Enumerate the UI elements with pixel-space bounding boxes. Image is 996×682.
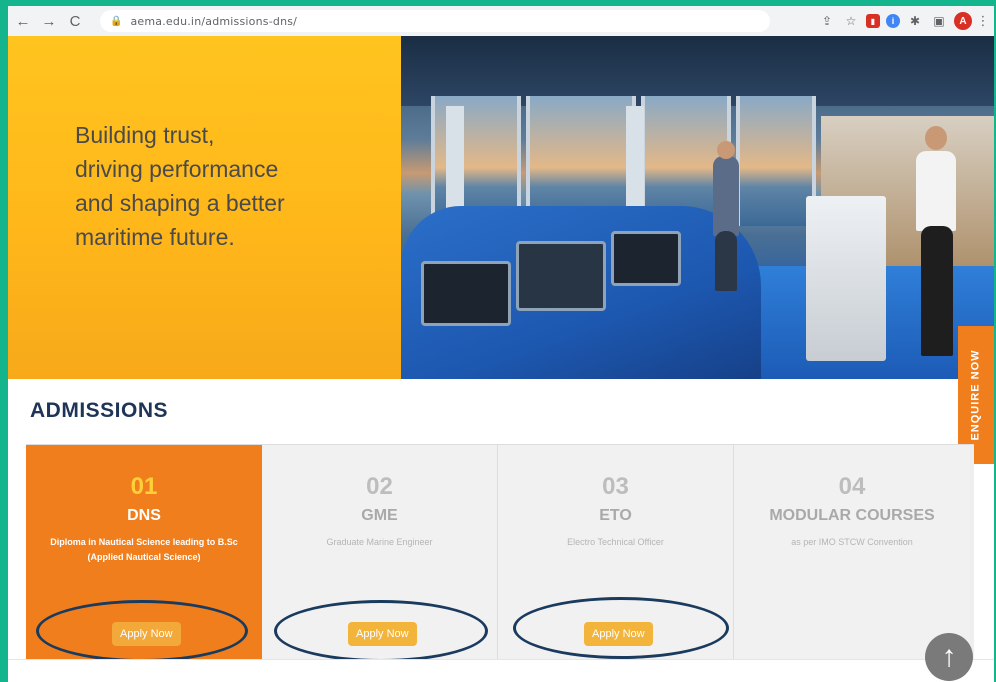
lock-icon: 🔒 bbox=[110, 15, 123, 27]
hero-banner: Building trust, driving performance and … bbox=[8, 36, 994, 379]
hero-yellow-panel: Building trust, driving performance and … bbox=[8, 36, 404, 379]
star-icon[interactable]: ☆ bbox=[842, 12, 860, 30]
profile-avatar[interactable]: A bbox=[954, 12, 972, 30]
photo-person bbox=[713, 156, 739, 236]
share-icon[interactable]: ⇪ bbox=[818, 12, 836, 30]
card-code: DNS bbox=[127, 507, 161, 524]
reload-button[interactable]: C bbox=[64, 10, 86, 32]
card-number: 04 bbox=[838, 473, 866, 500]
hero-tagline-line: maritime future. bbox=[75, 224, 235, 250]
photo-officer-legs bbox=[921, 226, 953, 356]
hero-tagline-line: Building trust, bbox=[75, 122, 215, 148]
section-title: ADMISSIONS bbox=[30, 399, 169, 422]
address-bar[interactable]: 🔒 aema.edu.in/admissions-dns/ bbox=[100, 10, 770, 32]
browser-toolbar: ← → C 🔒 aema.edu.in/admissions-dns/ ⇪ ☆ … bbox=[8, 6, 994, 36]
course-cards: 01 DNS Diploma in Nautical Science leadi… bbox=[26, 444, 974, 668]
card-number: 03 bbox=[602, 473, 629, 500]
card-number: 02 bbox=[366, 473, 393, 500]
forward-button[interactable]: → bbox=[38, 10, 60, 32]
photo-person-legs bbox=[715, 231, 737, 291]
card-number: 01 bbox=[130, 473, 158, 500]
photo-officer bbox=[916, 151, 956, 231]
scroll-to-top-button[interactable]: ↑ bbox=[925, 633, 973, 681]
photo-officer-head bbox=[925, 126, 947, 150]
hero-tagline-line: driving performance bbox=[75, 156, 279, 182]
puzzle-icon[interactable]: ✱ bbox=[906, 12, 924, 30]
photo-person-head bbox=[717, 141, 735, 159]
card-code: ETO bbox=[599, 507, 632, 524]
photo-console-unit bbox=[806, 196, 886, 361]
photo-screen bbox=[611, 231, 681, 286]
course-card-gme[interactable]: 02 GME Graduate Marine Engineer Apply No… bbox=[262, 445, 498, 660]
page-bottom-strip bbox=[8, 659, 994, 682]
course-card-modular[interactable]: 04 MODULAR COURSES as per IMO STCW Conve… bbox=[734, 445, 970, 660]
photo-screen bbox=[516, 241, 606, 311]
apply-now-button-dns[interactable]: Apply Now bbox=[112, 622, 181, 646]
card-code: GME bbox=[361, 507, 398, 524]
card-description: as per IMO STCW Convention bbox=[791, 537, 913, 547]
info-extension-icon[interactable]: i bbox=[886, 14, 900, 28]
toolbar-extensions: ⇪ ☆ ▮ i ✱ ▣ A ⋮ bbox=[818, 10, 990, 32]
card-description: Graduate Marine Engineer bbox=[326, 537, 433, 547]
kebab-menu-icon[interactable]: ⋮ bbox=[977, 12, 990, 30]
back-button[interactable]: ← bbox=[12, 10, 34, 32]
course-card-eto[interactable]: 03 ETO Electro Technical Officer Apply N… bbox=[498, 445, 734, 660]
card-description: Electro Technical Officer bbox=[567, 537, 664, 547]
browser-window: ← → C 🔒 aema.edu.in/admissions-dns/ ⇪ ☆ … bbox=[8, 6, 994, 682]
hero-tagline-line: and shaping a better bbox=[75, 190, 285, 216]
photo-window bbox=[736, 96, 816, 226]
pdf-extension-icon[interactable]: ▮ bbox=[866, 14, 880, 28]
card-description: Diploma in Nautical Science leading to B… bbox=[50, 537, 238, 562]
url-text: aema.edu.in/admissions-dns/ bbox=[130, 14, 298, 28]
card-code: MODULAR COURSES bbox=[769, 507, 935, 524]
apply-now-button-eto[interactable]: Apply Now bbox=[584, 622, 653, 646]
sidebar-icon[interactable]: ▣ bbox=[930, 12, 948, 30]
photo-screen bbox=[421, 261, 511, 326]
enquire-now-label: ENQUIRE NOW bbox=[970, 349, 982, 441]
hero-tagline: Building trust, driving performance and … bbox=[75, 118, 375, 254]
course-card-dns[interactable]: 01 DNS Diploma in Nautical Science leadi… bbox=[26, 445, 262, 668]
apply-now-button-gme[interactable]: Apply Now bbox=[348, 622, 417, 646]
arrow-up-icon: ↑ bbox=[941, 640, 957, 673]
ship-bridge-photo bbox=[401, 36, 994, 379]
